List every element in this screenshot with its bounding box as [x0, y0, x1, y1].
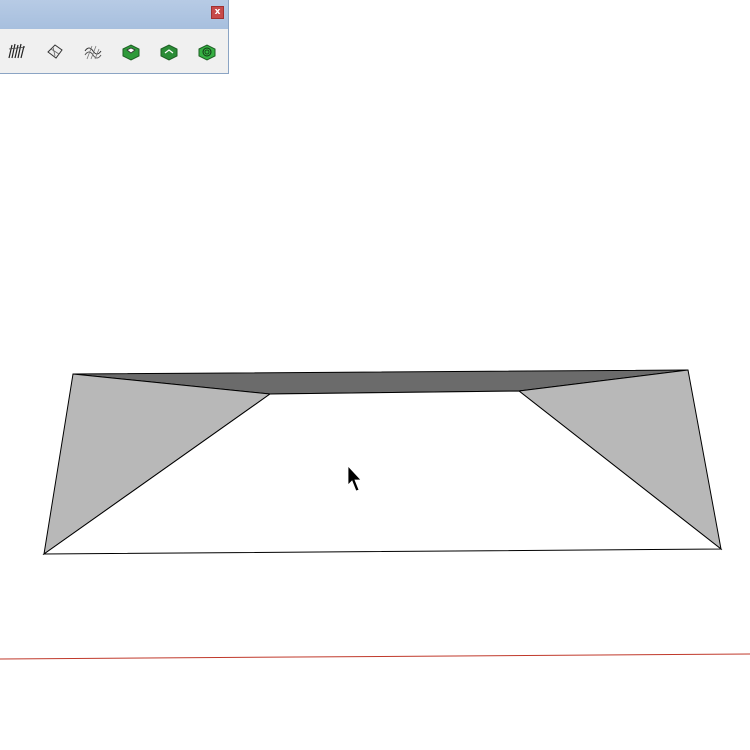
- 3d-model-canvas[interactable]: [0, 0, 750, 750]
- from-contours-icon[interactable]: [7, 41, 27, 61]
- from-scratch-icon[interactable]: [45, 41, 65, 61]
- red-axis-line: [0, 653, 750, 660]
- drape-icon[interactable]: [159, 41, 179, 61]
- close-button[interactable]: x: [211, 6, 224, 19]
- stamp-icon[interactable]: [121, 41, 141, 61]
- modeling-viewport[interactable]: x: [0, 0, 750, 750]
- smoove-icon[interactable]: [83, 41, 103, 61]
- add-detail-icon[interactable]: [197, 41, 217, 61]
- sandbox-toolbar[interactable]: x: [0, 0, 229, 74]
- toolbar-titlebar[interactable]: x: [0, 0, 228, 29]
